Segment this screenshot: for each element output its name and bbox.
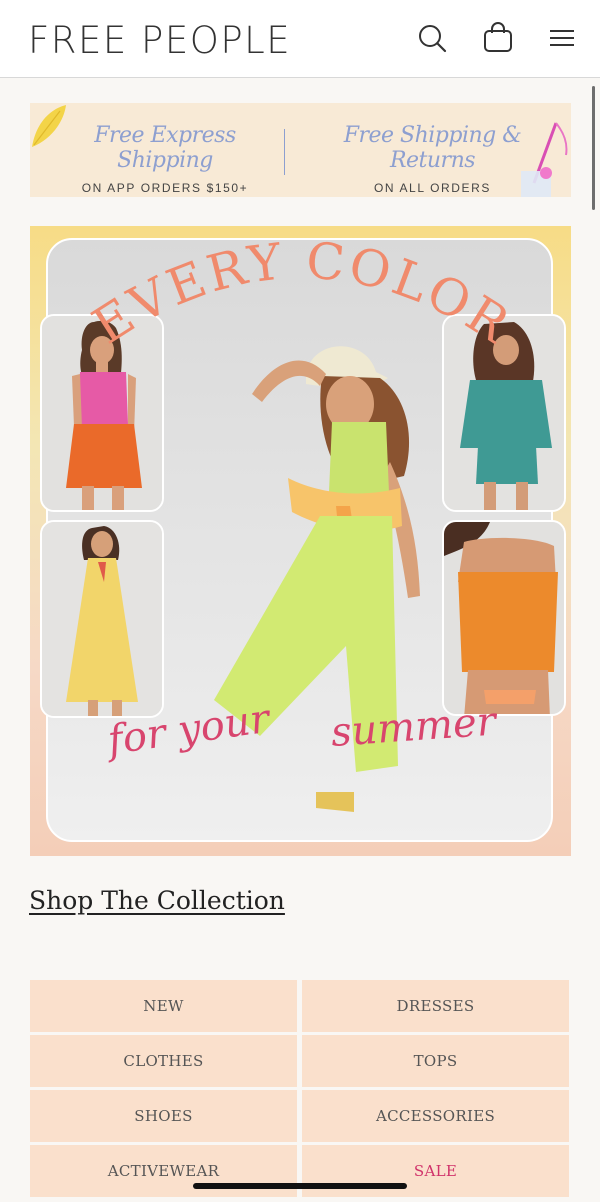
bag-icon[interactable] [482, 22, 514, 54]
top-navigation-bar: FREE PEOPLE [0, 0, 600, 78]
menu-icon[interactable] [546, 22, 578, 54]
brand-logo[interactable]: FREE PEOPLE [28, 19, 291, 62]
category-accessories[interactable]: ACCESSORIES [302, 1090, 569, 1142]
hero-text-layer: EVERY COLOR for your summer [83, 231, 522, 764]
home-indicator[interactable] [193, 1183, 407, 1189]
flower-decoration-icon [521, 122, 568, 197]
category-activewear[interactable]: ACTIVEWEAR [30, 1145, 297, 1197]
hero-headline: EVERY COLOR [83, 231, 522, 355]
promo-divider [284, 129, 285, 175]
promo-title: Free Express Shipping [94, 123, 236, 173]
hero-tagline-2: summer [329, 698, 500, 756]
hero-headline-text: EVERY COLOR [83, 231, 519, 355]
hero-banner[interactable]: EVERY COLOR for your summer [30, 226, 571, 856]
shop-the-collection-link[interactable]: Shop The Collection [29, 886, 285, 915]
category-sale[interactable]: SALE [302, 1145, 569, 1197]
express-shipping-promo: Free Express Shipping ON APP ORDERS $150… [50, 103, 280, 197]
category-dresses[interactable]: DRESSES [302, 980, 569, 1032]
category-clothes[interactable]: CLOTHES [30, 1035, 297, 1087]
shipping-promo-banner[interactable]: Free Express Shipping ON APP ORDERS $150… [30, 103, 571, 197]
scrollbar[interactable] [592, 86, 595, 210]
hero-tagline-1: for your [102, 695, 275, 764]
search-icon[interactable] [416, 22, 448, 54]
promo-subtitle: ON APP ORDERS $150+ [81, 181, 249, 195]
category-shoes[interactable]: SHOES [30, 1090, 297, 1142]
category-new[interactable]: NEW [30, 980, 297, 1032]
category-tops[interactable]: TOPS [302, 1035, 569, 1087]
